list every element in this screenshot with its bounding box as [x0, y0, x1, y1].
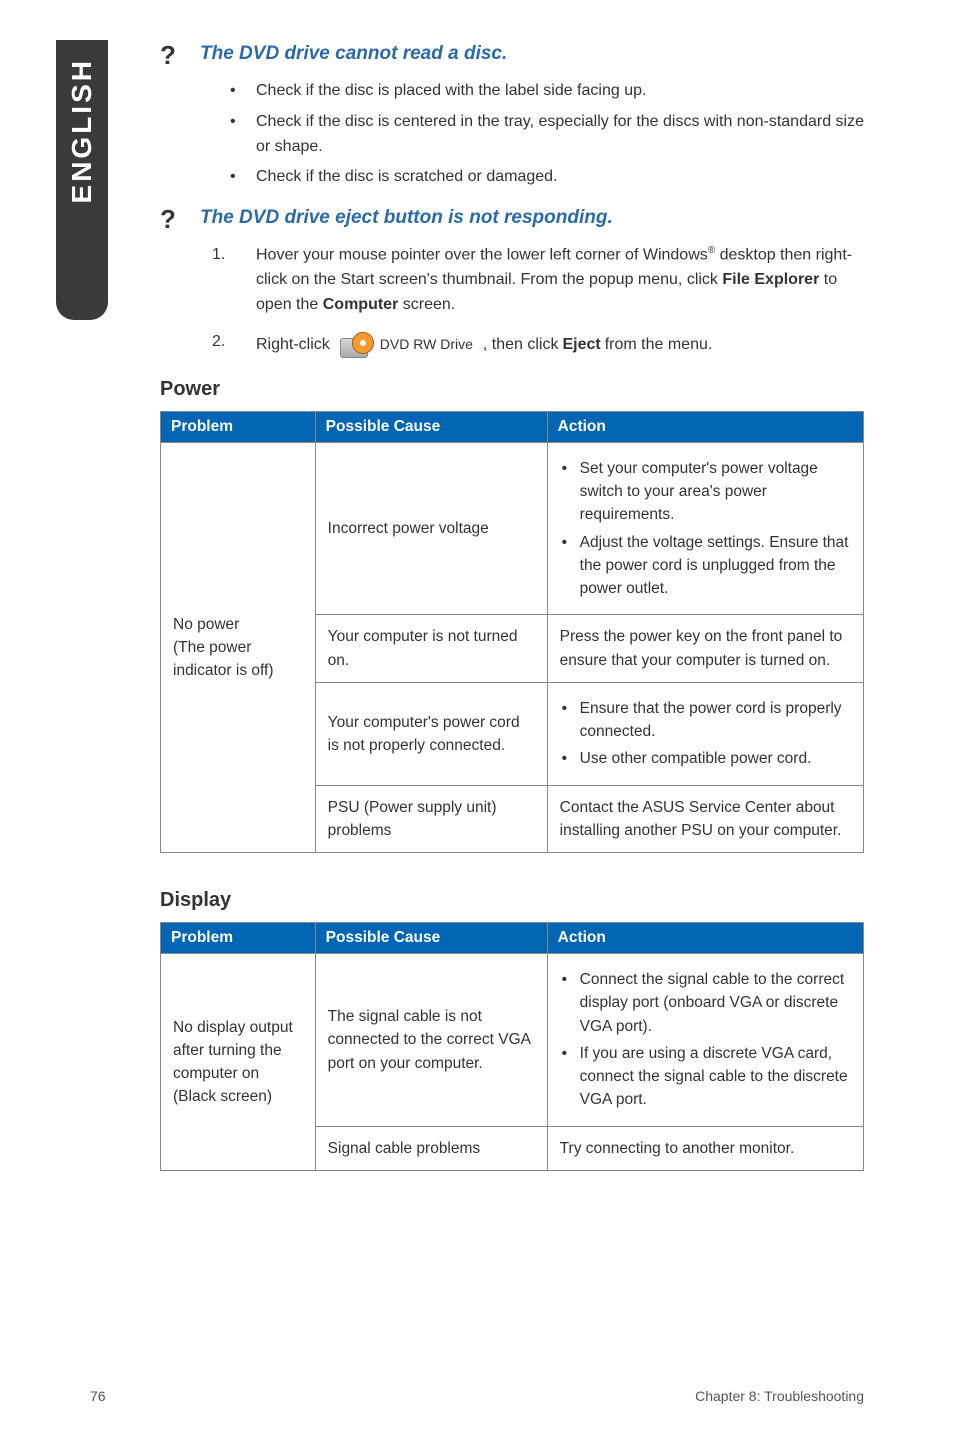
problem-cell: No power (The power indicator is off) [161, 442, 316, 852]
language-label: ENGLISH [66, 58, 98, 203]
step-number: 2. [212, 330, 256, 360]
action-cell: Connect the signal cable to the correct … [547, 954, 863, 1127]
chapter-label: Chapter 8: Troubleshooting [695, 1388, 864, 1404]
action-cell: Set your computer's power voltage switch… [547, 442, 863, 615]
bullet-item: Check if the disc is centered in the tra… [230, 110, 864, 160]
faq-item-2: ? The DVD drive eject button is not resp… [160, 204, 864, 235]
page-footer: 76 Chapter 8: Troubleshooting [90, 1388, 864, 1404]
faq-1-bullets: Check if the disc is placed with the lab… [230, 79, 864, 190]
display-heading: Display [160, 889, 864, 912]
action-item: Use other compatible power cord. [560, 747, 851, 770]
col-problem-header: Problem [161, 923, 316, 954]
col-cause-header: Possible Cause [315, 923, 547, 954]
faq-item-1: ? The DVD drive cannot read a disc. [160, 40, 864, 71]
cause-cell: Your computer is not turned on. [315, 615, 547, 683]
col-problem-header: Problem [161, 411, 316, 442]
col-action-header: Action [547, 923, 863, 954]
cause-cell: PSU (Power supply unit) problems [315, 785, 547, 853]
table-header-row: Problem Possible Cause Action [161, 411, 864, 442]
action-cell: Contact the ASUS Service Center about in… [547, 785, 863, 853]
action-item: Ensure that the power cord is properly c… [560, 697, 851, 744]
main-content: ? The DVD drive cannot read a disc. Chec… [160, 40, 864, 1171]
step-body: Right-click DVD RW Drive , then click Ej… [256, 330, 864, 360]
faq-2-steps: 1. Hover your mouse pointer over the low… [212, 243, 864, 360]
faq-title-1: The DVD drive cannot read a disc. [200, 40, 507, 67]
cause-cell: The signal cable is not connected to the… [315, 954, 547, 1127]
power-table: Problem Possible Cause Action No power (… [160, 411, 864, 853]
table-row: No display output after turning the comp… [161, 954, 864, 1127]
disc-icon [340, 332, 374, 358]
display-table: Problem Possible Cause Action No display… [160, 922, 864, 1171]
step-2: 2. Right-click DVD RW Drive , then click… [212, 330, 864, 360]
action-item: Set your computer's power voltage switch… [560, 457, 851, 527]
question-mark-icon: ? [160, 40, 200, 71]
problem-cell: No display output after turning the comp… [161, 954, 316, 1171]
language-tab: ENGLISH [56, 40, 108, 320]
power-heading: Power [160, 378, 864, 401]
dvd-drive-icon: DVD RW Drive [334, 330, 479, 360]
col-cause-header: Possible Cause [315, 411, 547, 442]
cause-cell: Incorrect power voltage [315, 442, 547, 615]
step-body: Hover your mouse pointer over the lower … [256, 243, 864, 318]
step-1: 1. Hover your mouse pointer over the low… [212, 243, 864, 318]
page-number: 76 [90, 1388, 106, 1404]
cause-cell: Signal cable problems [315, 1126, 547, 1170]
table-header-row: Problem Possible Cause Action [161, 923, 864, 954]
faq-title-2: The DVD drive eject button is not respon… [200, 204, 613, 231]
table-row: No power (The power indicator is off) In… [161, 442, 864, 615]
bullet-item: Check if the disc is placed with the lab… [230, 79, 864, 104]
action-item: Connect the signal cable to the correct … [560, 968, 851, 1038]
action-item: Adjust the voltage settings. Ensure that… [560, 531, 851, 601]
cause-cell: Your computer's power cord is not proper… [315, 682, 547, 785]
action-cell: Ensure that the power cord is properly c… [547, 682, 863, 785]
action-cell: Try connecting to another monitor. [547, 1126, 863, 1170]
action-cell: Press the power key on the front panel t… [547, 615, 863, 683]
step-number: 1. [212, 243, 256, 318]
bullet-item: Check if the disc is scratched or damage… [230, 165, 864, 190]
page: ENGLISH ? The DVD drive cannot read a di… [0, 0, 954, 1438]
question-mark-icon: ? [160, 204, 200, 235]
col-action-header: Action [547, 411, 863, 442]
dvd-drive-label: DVD RW Drive [380, 334, 473, 356]
action-item: If you are using a discrete VGA card, co… [560, 1042, 851, 1112]
